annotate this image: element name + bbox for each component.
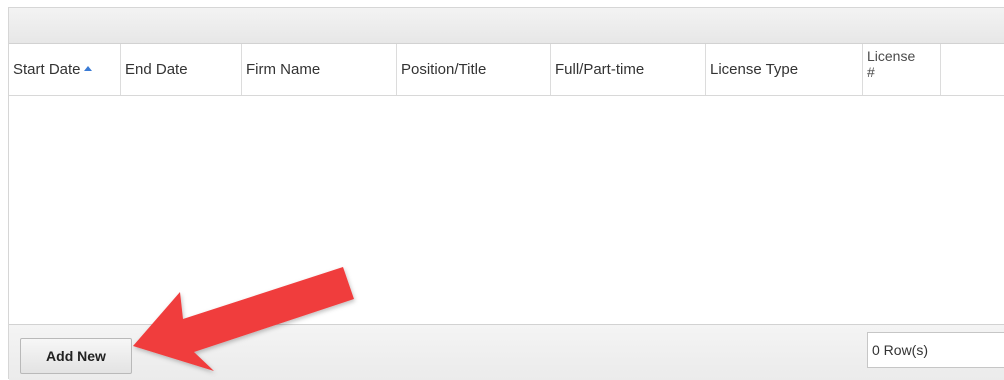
column-header-label: Start Date [13, 61, 81, 78]
column-header-license-number[interactable]: License # [863, 44, 941, 95]
grid-footer: Add New 0 Row(s) [9, 324, 1004, 380]
column-header-label: License Type [710, 61, 799, 78]
grid-body-empty [9, 96, 1004, 324]
column-header-full-part-time[interactable]: Full/Part-time [551, 44, 706, 95]
grid-title-bar [9, 8, 1004, 44]
column-header-label: License # [867, 48, 916, 80]
column-header-label: Firm Name [246, 61, 321, 78]
add-new-button[interactable]: Add New [20, 338, 132, 374]
column-header-end-date[interactable]: End Date [121, 44, 242, 95]
column-header-firm-name[interactable]: Firm Name [242, 44, 397, 95]
column-header-row: Start Date End Date Firm Name Position/T… [9, 44, 1004, 96]
sort-ascending-icon [83, 66, 92, 71]
column-header-position-title[interactable]: Position/Title [397, 44, 551, 95]
employment-history-grid: Start Date End Date Firm Name Position/T… [8, 7, 1004, 380]
column-header-spacer [941, 44, 1004, 95]
column-header-license-type[interactable]: License Type [706, 44, 863, 95]
column-header-start-date[interactable]: Start Date [9, 44, 121, 95]
row-count-display: 0 Row(s) [867, 332, 1004, 368]
row-count-label: 0 Row(s) [872, 342, 929, 358]
column-header-label: End Date [125, 61, 188, 78]
column-header-label: Full/Part-time [555, 61, 645, 78]
add-new-button-label: Add New [46, 348, 106, 364]
column-header-label: Position/Title [401, 61, 487, 78]
